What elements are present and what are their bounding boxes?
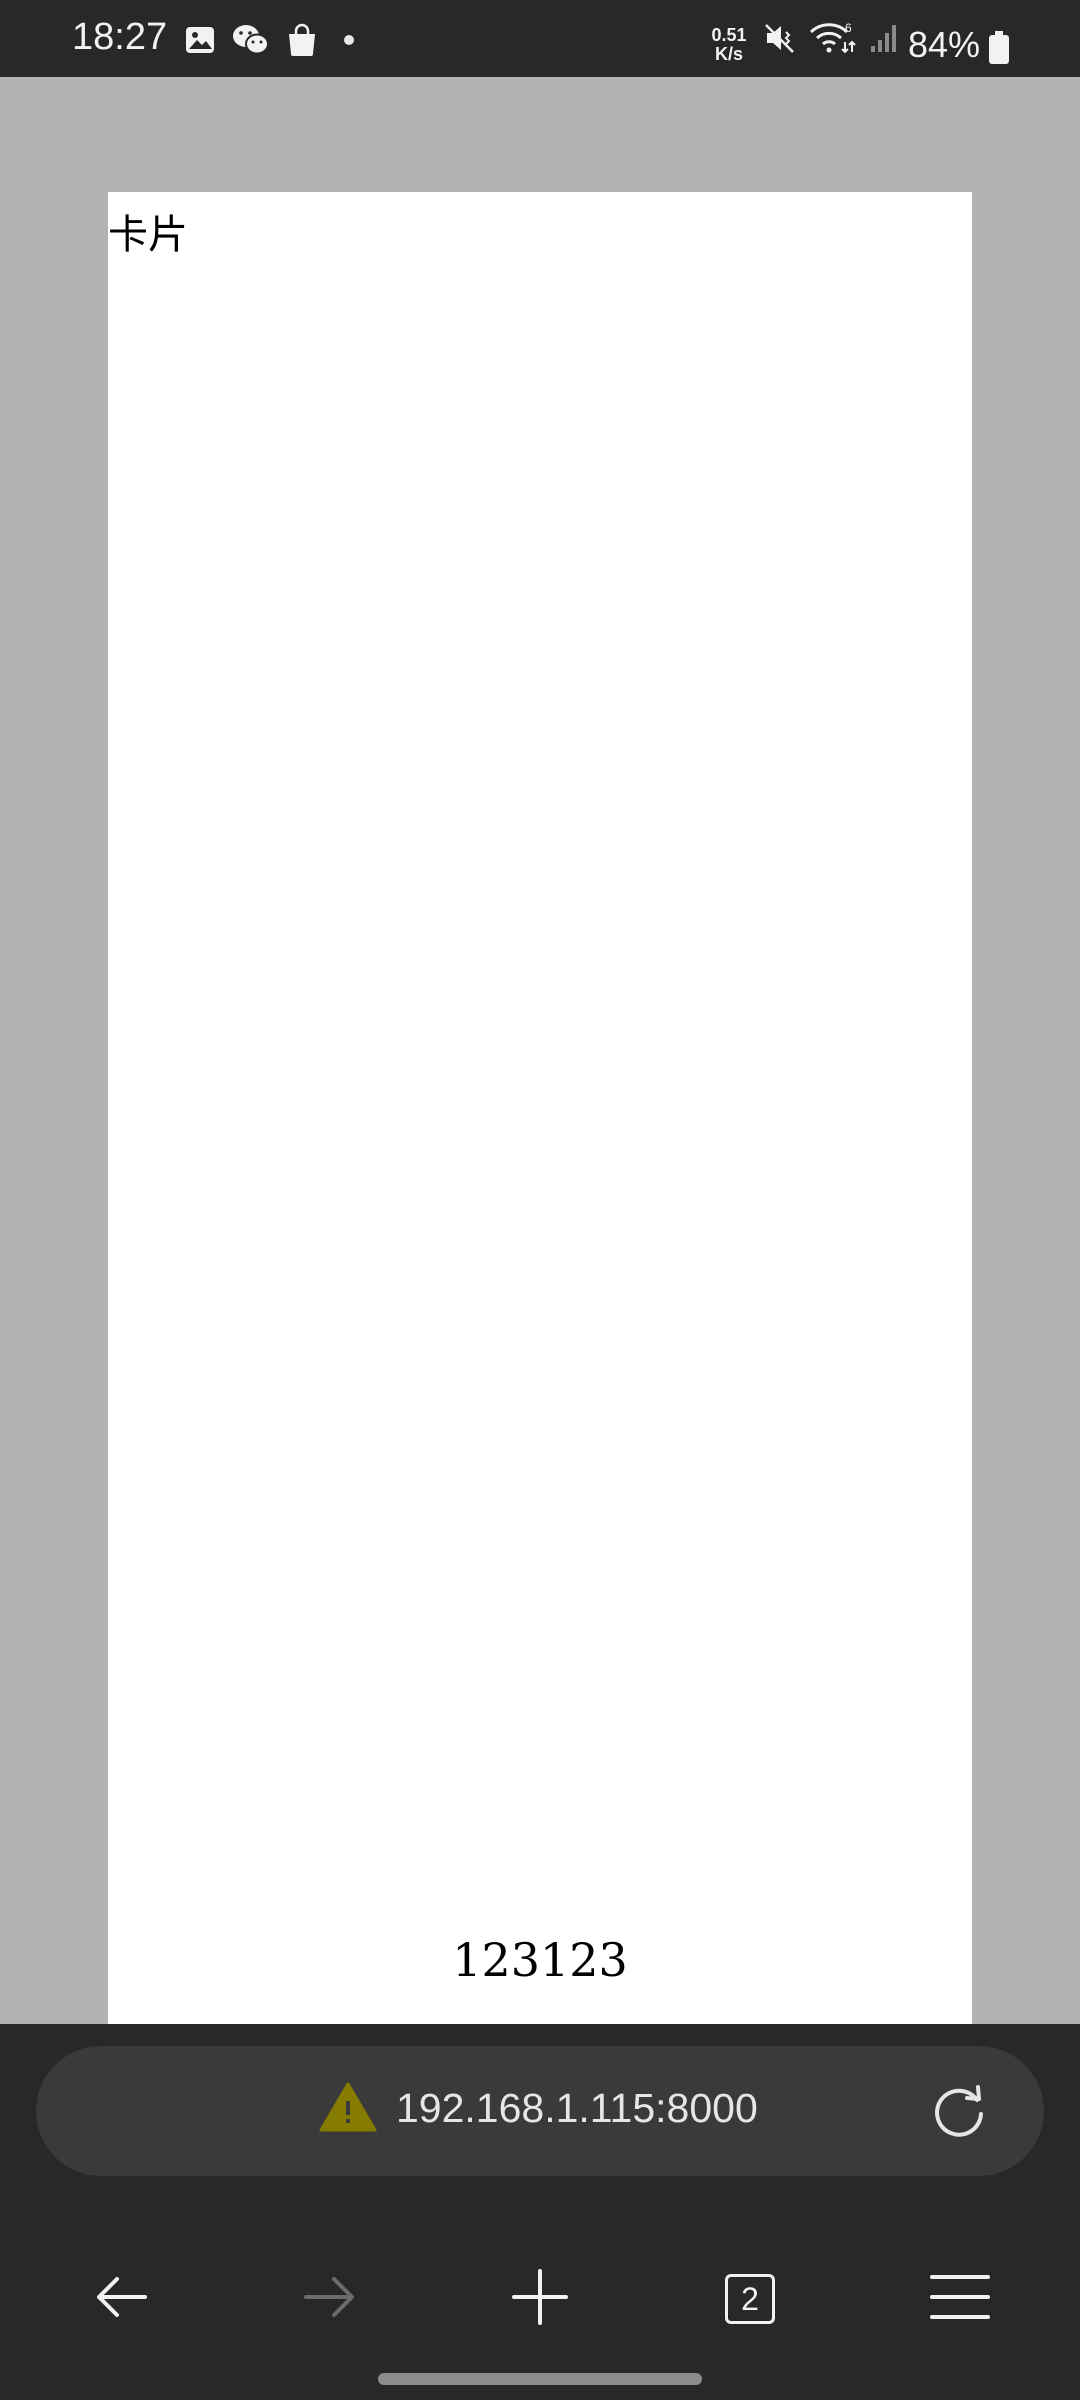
status-bar: 18:27 0.51 K/s 6 84% <box>0 0 1080 77</box>
home-indicator[interactable] <box>378 2373 702 2385</box>
card: 卡片 123123 <box>108 192 972 2024</box>
new-tab-button[interactable] <box>475 2234 605 2364</box>
gallery-icon <box>184 24 216 56</box>
forward-button[interactable] <box>265 2234 395 2364</box>
back-arrow-icon <box>93 2275 149 2324</box>
browser-nav-bar: 2 <box>0 2234 1080 2364</box>
tabs-button[interactable]: 2 <box>685 2234 815 2364</box>
forward-arrow-icon <box>302 2275 358 2324</box>
warning-icon[interactable] <box>319 2081 377 2138</box>
web-viewport[interactable]: 卡片 123123 <box>0 77 1080 2024</box>
network-speed-unit: K/s <box>714 44 743 64</box>
svg-text:6: 6 <box>845 21 852 35</box>
reload-icon[interactable] <box>929 2082 989 2147</box>
shopping-bag-icon <box>286 23 318 57</box>
more-notifications-dot <box>344 35 354 45</box>
network-speed: 0.51 K/s <box>704 26 754 64</box>
tab-count: 2 <box>741 2280 759 2317</box>
browser-toolbar: 192.168.1.115:8000 2 <box>0 2024 1080 2400</box>
plus-icon <box>512 2268 568 2330</box>
tabs-icon: 2 <box>725 2274 775 2324</box>
network-speed-value: 0.51 <box>711 25 747 45</box>
card-footer-text: 123123 <box>452 1933 628 1987</box>
menu-icon <box>930 2273 990 2326</box>
back-button[interactable] <box>56 2234 186 2364</box>
cellular-signal-icon <box>869 22 901 59</box>
url-text[interactable]: 192.168.1.115:8000 <box>396 2088 758 2129</box>
menu-button[interactable] <box>895 2234 1025 2364</box>
status-time: 18:27 <box>72 16 168 58</box>
notification-icons <box>184 22 354 58</box>
battery-percent: 84% <box>908 24 981 65</box>
wifi-6-icon: 6 <box>809 20 857 61</box>
wechat-icon <box>232 23 270 57</box>
address-bar[interactable]: 192.168.1.115:8000 <box>36 2046 1044 2176</box>
system-icons: 6 <box>763 20 901 61</box>
card-title: 卡片 <box>108 212 188 258</box>
battery-icon <box>988 31 1010 70</box>
mute-icon <box>763 21 797 60</box>
